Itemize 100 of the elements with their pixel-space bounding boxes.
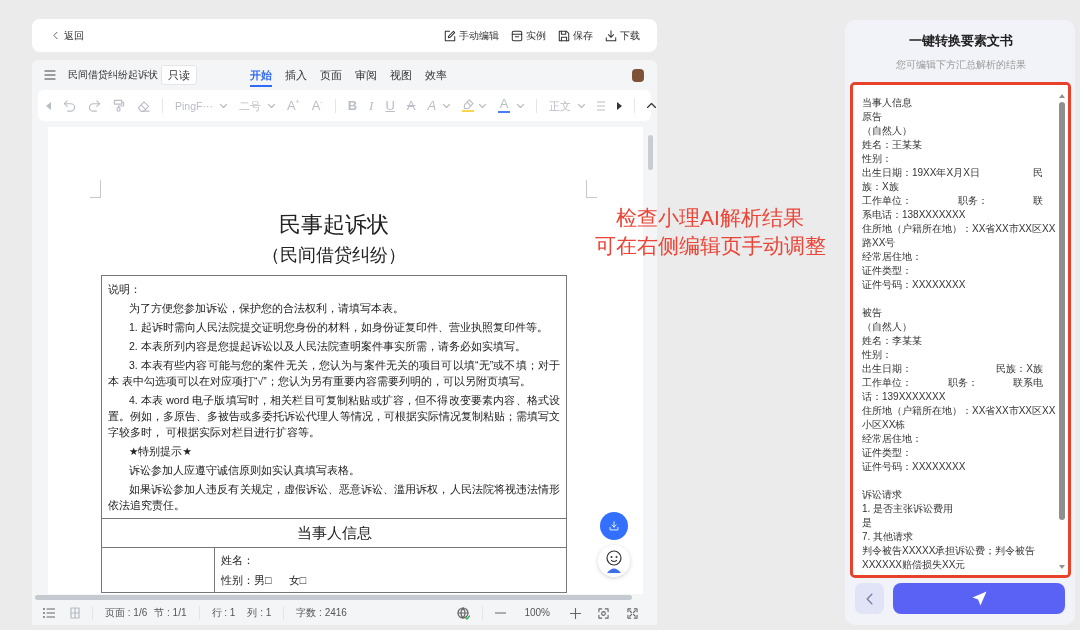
edit-icon xyxy=(444,29,456,42)
collapse-icon[interactable] xyxy=(647,103,657,108)
document-subtitle: （民间借贷纠纷） xyxy=(261,244,407,266)
text-line: 住所地（户籍所在地）：XX省XX市XX区XX xyxy=(862,404,1057,418)
save-button[interactable]: 保存 xyxy=(558,28,593,43)
avatar-image[interactable] xyxy=(632,68,644,82)
tab[interactable]: 插入 xyxy=(285,63,307,87)
mascot-icon[interactable] xyxy=(598,545,630,577)
chevron-left-icon xyxy=(866,592,873,605)
column-indicator: 列 : 1 xyxy=(247,606,272,620)
manual-edit-button[interactable]: 手动编辑 xyxy=(444,28,499,43)
text-line: 姓名：王某某 xyxy=(862,138,923,152)
text-line: 性别： xyxy=(862,152,893,166)
panel-subtitle: 您可编辑下方汇总解析的结果 xyxy=(894,58,1027,72)
list-icon[interactable] xyxy=(43,608,55,618)
tab[interactable]: 审阅 xyxy=(355,63,377,87)
download-icon xyxy=(609,521,619,531)
text-line: 经常居住地： xyxy=(862,250,923,264)
page-indicator: 页面 : 1/6 xyxy=(105,606,148,620)
menu-icon[interactable] xyxy=(44,70,56,80)
box-icon xyxy=(511,29,523,42)
caret-icon xyxy=(517,103,525,108)
text-line: 性别： xyxy=(862,348,893,362)
example-button[interactable]: 实例 xyxy=(511,28,546,43)
read-only-badge: 只读 xyxy=(161,65,197,85)
download-button[interactable]: 下载 xyxy=(605,28,640,43)
text-line: （自然人） xyxy=(862,124,913,138)
text-line: 被告 xyxy=(862,306,883,320)
text-line: 经常居住地： xyxy=(862,432,923,446)
text-line: 路XX号 xyxy=(862,236,897,250)
zoom-level: 100% xyxy=(524,606,550,620)
download-icon xyxy=(605,29,617,42)
instruction-paragraph: ★特别提示★ xyxy=(128,444,193,459)
text-line: 证件类型： xyxy=(862,264,913,278)
text-line: 证件类型： xyxy=(862,446,913,460)
section-heading: 当事人信息 xyxy=(296,523,372,543)
chevron-left-icon xyxy=(53,31,58,40)
tab[interactable]: 页面 xyxy=(320,63,342,87)
back-button[interactable]: 返回 xyxy=(53,28,84,43)
back-button[interactable] xyxy=(855,583,884,614)
send-icon xyxy=(971,591,987,606)
save-icon xyxy=(558,29,570,42)
text-line: 出生日期：19XX年X月X日 民 xyxy=(862,166,1043,180)
annotation-text: 检查小理AI解析结果 可在右侧编辑页手动调整 xyxy=(593,205,827,259)
scrollbar-thumb[interactable] xyxy=(1059,102,1065,520)
text-line: 证件号码：XXXXXXXX xyxy=(862,460,967,474)
section-indicator: 节 : 1/1 xyxy=(154,606,187,620)
caret-icon xyxy=(578,103,586,108)
text-line: XXXXXX赔偿损失XX元 xyxy=(862,558,967,572)
caret-icon xyxy=(443,103,451,108)
text-line: 工作单位： 职务： 联 xyxy=(862,194,1043,208)
instruction-paragraph: 3. 本表有些内容可能与您的案件无关，您认为与案件无关的项目可以填“无”或不填；对于本 表中勾选项可以在对应项打“√”；您认为另有重要内容需要列明的，可以另附页填写。 xyxy=(108,358,560,389)
tab[interactable]: 开始 xyxy=(250,63,272,87)
text-line: 当事人信息 xyxy=(862,96,913,110)
text-line: 原告 xyxy=(862,110,883,124)
panel-title: 一键转换要素文书 xyxy=(907,32,1014,50)
caret-icon[interactable] xyxy=(479,103,487,108)
send-button[interactable] xyxy=(893,583,1065,614)
text-line: 1. 是否主张诉讼费用 xyxy=(862,502,955,516)
vertical-scrollbar[interactable] xyxy=(648,135,653,170)
text-line: 7. 其他请求 xyxy=(862,530,915,544)
text-line: 住所地（户籍所在地）：XX省XX市XX区XX xyxy=(862,222,1057,236)
horizontal-scrollbar[interactable] xyxy=(35,595,632,600)
scroll-up-icon[interactable] xyxy=(1059,94,1065,98)
instruction-paragraph: 如果诉讼参加人违反有关规定，虚假诉讼、恶意诉讼、滥用诉权，人民法院将视违法情形依法追究责任。 xyxy=(108,482,560,513)
instruction-paragraph: 为了方便您参加诉讼，保护您的合法权利，请填写本表。 xyxy=(128,301,405,316)
grid-icon[interactable] xyxy=(70,607,80,619)
instruction-paragraph: 诉讼参加人应遵守诚信原则如实认真填写表格。 xyxy=(128,463,361,478)
word-count: 字数 : 2416 xyxy=(296,606,347,620)
instruction-paragraph: 4. 本表 word 电子版填写时，相关栏目可复制粘贴或扩容，但不得改变要素内容、格式设置。例如，多原告、多被告或多委托诉讼代理人等情况，可根据实际情况复制粘贴；需填写文字较多时， 可根据实际对栏目进行扩容等。 xyxy=(108,393,560,440)
globe-icon[interactable] xyxy=(457,606,471,620)
text-line: 族：X族 xyxy=(862,180,900,194)
field-label: 姓名： xyxy=(221,553,255,568)
field-label: 性别：男□ 女□ xyxy=(221,573,307,588)
tab[interactable]: 视图 xyxy=(390,63,412,87)
document-title: 民事起诉状 xyxy=(278,212,390,238)
fullscreen-icon[interactable] xyxy=(627,607,638,619)
crop-mark xyxy=(90,180,101,198)
text-line: 话：139XXXXXXX xyxy=(862,390,947,404)
text-line: 系电话：138XXXXXXX xyxy=(862,208,967,222)
row-indicator: 行 : 1 xyxy=(211,606,236,620)
document-name: 民间借贷纠纷起诉状 xyxy=(68,68,158,82)
scroll-down-icon[interactable] xyxy=(1059,565,1065,569)
focus-icon[interactable] xyxy=(598,607,609,619)
instruction-paragraph: 2. 本表所列内容是您提起诉讼以及人民法院查明案件事实所需，请务必如实填写。 xyxy=(128,339,527,354)
crop-mark xyxy=(586,180,597,198)
text-line: 小区XX栋 xyxy=(862,418,907,432)
tab[interactable]: 效率 xyxy=(425,63,447,87)
text-line: 姓名：李某某 xyxy=(862,334,923,348)
zoom-in-icon[interactable] xyxy=(570,607,581,619)
instruction-paragraph: 1. 起诉时需向人民法院提交证明您身份的材料，如身份证复印件、营业执照复印件等。 xyxy=(128,320,549,335)
text-line: 工作单位： 职务： 联系电 xyxy=(862,376,1043,390)
text-line: （自然人） xyxy=(862,320,913,334)
scroll-right-icon[interactable] xyxy=(617,101,623,110)
text-line: 出生日期： 民族：X族 xyxy=(862,362,1043,376)
caret-icon xyxy=(219,103,227,108)
text-line: 证件号码：XXXXXXXX xyxy=(862,278,967,292)
notes-label: 说明： xyxy=(108,282,142,297)
text-line: 诉讼请求 xyxy=(862,488,903,502)
caret-icon xyxy=(267,103,275,108)
